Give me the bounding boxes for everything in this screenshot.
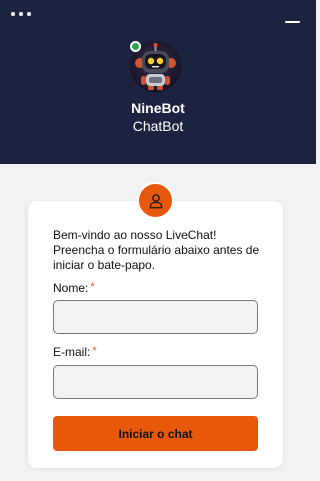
minimize-icon: [285, 21, 300, 23]
name-field[interactable]: [53, 300, 258, 334]
more-options-button[interactable]: [9, 6, 33, 22]
user-badge: [137, 182, 174, 219]
menu-dot: [27, 12, 31, 16]
bot-avatar-container: [130, 41, 181, 92]
email-label: E-mail: *: [53, 345, 97, 359]
user-icon: [149, 193, 162, 208]
name-label: Nome: *: [53, 281, 95, 295]
required-marker: *: [90, 281, 95, 293]
bot-name: NineBot: [131, 100, 185, 116]
bot-role: ChatBot: [132, 118, 184, 134]
welcome-message: Bem-vindo ao nosso LiveChat! Preencha o …: [53, 228, 260, 272]
required-marker: *: [92, 345, 97, 357]
menu-dot: [19, 12, 23, 16]
email-field[interactable]: [53, 365, 258, 399]
start-chat-button[interactable]: Iniciar o chat: [53, 416, 258, 451]
minimize-button[interactable]: [284, 11, 302, 25]
prechat-form-card: Bem-vindo ao nosso LiveChat! Preencha o …: [28, 201, 283, 468]
more-horizontal-icon: [11, 12, 15, 16]
email-label-text: E-mail:: [53, 345, 91, 359]
name-label-text: Nome:: [53, 281, 89, 295]
chat-header: NineBot ChatBot: [0, 0, 316, 164]
online-status-indicator: [130, 41, 141, 52]
